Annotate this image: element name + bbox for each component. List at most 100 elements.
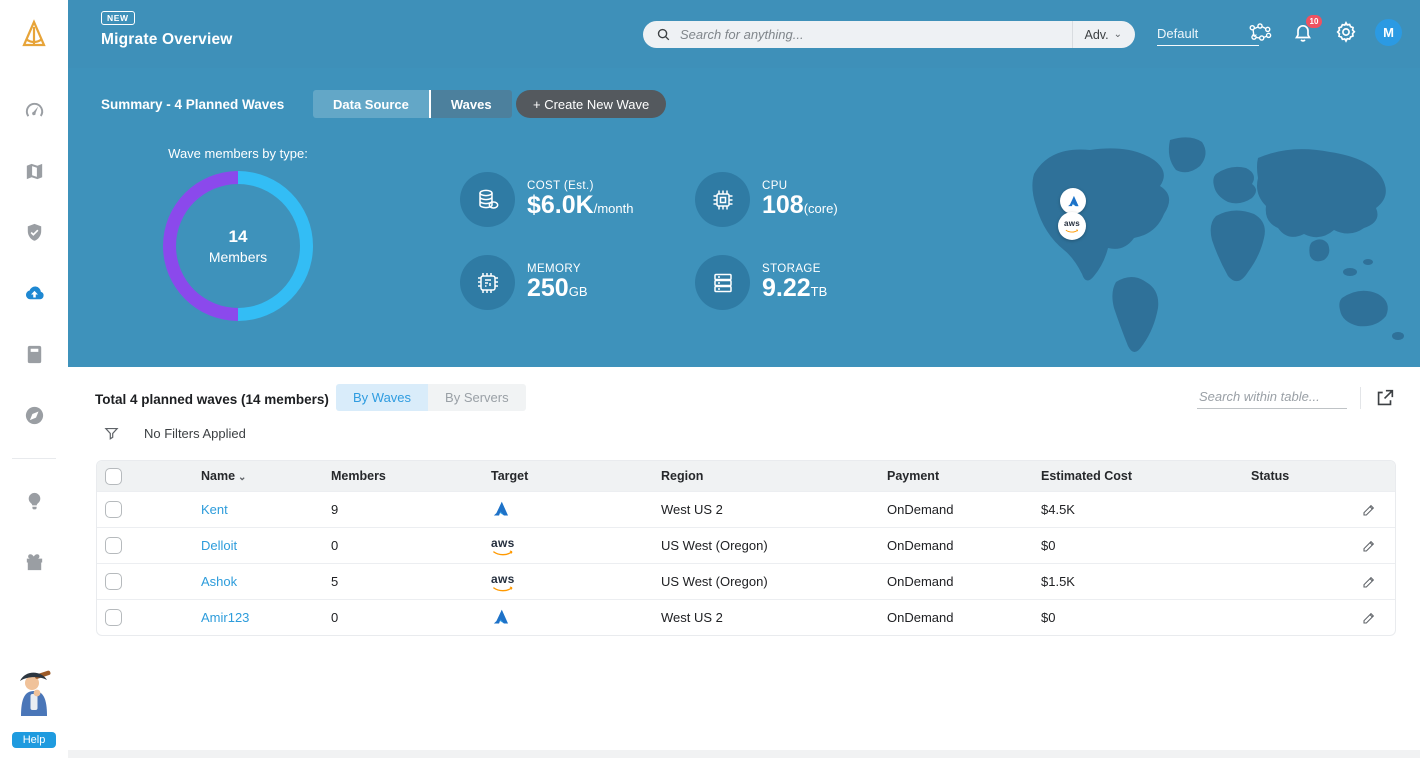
coins-icon [473, 185, 503, 215]
waves-table: Name⌄ Members Target Region Payment Esti… [96, 460, 1396, 636]
search-advanced-dropdown[interactable]: Adv. ⌄ [1072, 21, 1135, 48]
map-marker-aws[interactable]: aws [1058, 212, 1086, 240]
export-icon [1374, 387, 1396, 409]
filters-status-text: No Filters Applied [144, 426, 246, 441]
compass-icon [23, 404, 46, 427]
tab-by-waves[interactable]: By Waves [336, 384, 428, 411]
sidebar-item-explore[interactable] [14, 395, 54, 435]
edit-pencil-icon[interactable] [1361, 610, 1377, 626]
wave-name-link[interactable]: Amir123 [201, 610, 249, 625]
cost-cell: $4.5K [1041, 502, 1251, 517]
table-header-row: Name⌄ Members Target Region Payment Esti… [97, 461, 1395, 491]
sidebar-item-cost[interactable] [14, 334, 54, 374]
sidebar-item-map[interactable] [14, 151, 54, 191]
logo-icon [18, 18, 50, 50]
gauge-icon [23, 99, 46, 122]
col-payment: Payment [887, 469, 1041, 483]
members-cell: 9 [331, 502, 491, 517]
cpu-icon [708, 185, 738, 215]
lightbulb-icon [23, 490, 46, 513]
sidebar-item-security[interactable] [14, 212, 54, 252]
azure-icon [491, 607, 510, 626]
global-search[interactable]: Adv. ⌄ [643, 21, 1135, 48]
summary-title: Summary - 4 Planned Waves [101, 97, 284, 112]
memory-icon [473, 268, 503, 298]
toggle-waves[interactable]: Waves [431, 90, 512, 118]
global-search-input[interactable] [680, 27, 1072, 42]
waves-section: Total 4 planned waves (14 members) By Wa… [68, 367, 1420, 758]
aws-icon: aws [491, 573, 515, 592]
cloud-migrate-icon [23, 282, 46, 305]
region-cell: West US 2 [661, 610, 887, 625]
help-button[interactable]: Help [12, 732, 57, 748]
shield-check-icon [23, 221, 46, 244]
page-title: Migrate Overview [101, 31, 233, 49]
gift-icon [23, 551, 46, 574]
search-icon [656, 27, 671, 42]
azure-icon [491, 499, 510, 518]
edit-pencil-icon[interactable] [1361, 538, 1377, 554]
col-members: Members [331, 469, 491, 483]
row-checkbox[interactable] [105, 537, 122, 554]
user-avatar[interactable]: M [1375, 19, 1402, 46]
col-region: Region [661, 469, 887, 483]
app-logo[interactable] [0, 0, 68, 68]
stat-cpu: CPU 108(core) [695, 172, 930, 227]
cost-calculator-icon [23, 343, 46, 366]
row-checkbox[interactable] [105, 609, 122, 626]
table-view-tabs: By Waves By Servers [336, 384, 526, 411]
chevron-down-icon: ⌄ [1114, 29, 1122, 40]
cost-cell: $1.5K [1041, 574, 1251, 589]
edit-pencil-icon[interactable] [1361, 574, 1377, 590]
donut-center-label: Members [209, 249, 267, 265]
bottom-scroll-strip[interactable] [68, 750, 1420, 758]
azure-icon [1066, 194, 1080, 208]
sidebar-item-dashboard[interactable] [14, 90, 54, 130]
select-all-checkbox[interactable] [105, 468, 122, 485]
settings-button[interactable] [1332, 18, 1360, 46]
sidebar-item-migrate[interactable] [14, 273, 54, 313]
sidebar-item-rewards[interactable] [14, 542, 54, 582]
members-cell: 0 [331, 538, 491, 553]
tab-by-servers[interactable]: By Servers [428, 384, 526, 411]
sidebar-item-insights[interactable] [14, 481, 54, 521]
view-select[interactable]: Default ⌄ [1157, 22, 1259, 46]
stat-cost: COST (Est.) $6.0K/month [460, 172, 695, 227]
payment-cell: OnDemand [887, 502, 1041, 517]
payment-cell: OnDemand [887, 538, 1041, 553]
aws-icon: aws [491, 537, 515, 556]
source-wave-toggle: Data Source Waves [313, 90, 512, 118]
export-button[interactable] [1374, 387, 1396, 409]
row-checkbox[interactable] [105, 501, 122, 518]
donut-center-value: 14 [229, 227, 248, 247]
network-nodes-icon [1248, 20, 1272, 44]
gear-icon [1334, 20, 1358, 44]
wave-name-link[interactable]: Delloit [201, 538, 237, 553]
row-checkbox[interactable] [105, 573, 122, 590]
payment-cell: OnDemand [887, 574, 1041, 589]
wave-name-link[interactable]: Ashok [201, 574, 237, 589]
table-row: Delloit 0 aws US West (Oregon) OnDemand … [97, 527, 1395, 563]
waves-total-title: Total 4 planned waves (14 members) [95, 392, 329, 407]
world-map-graphic [1020, 130, 1420, 367]
col-name[interactable]: Name⌄ [201, 469, 331, 483]
table-search-input[interactable] [1197, 387, 1347, 409]
wave-members-donut-chart: 14 Members [163, 171, 313, 321]
filter-funnel-icon[interactable] [103, 425, 120, 442]
region-cell: West US 2 [661, 502, 887, 517]
edit-pencil-icon[interactable] [1361, 502, 1377, 518]
title-block: NEW Migrate Overview [101, 8, 233, 49]
region-cell: US West (Oregon) [661, 574, 887, 589]
sort-chevron-icon: ⌄ [238, 472, 246, 483]
cost-cell: $0 [1041, 610, 1251, 625]
col-target: Target [491, 469, 661, 483]
map-marker-azure[interactable] [1060, 188, 1086, 214]
filters-row: No Filters Applied [103, 425, 246, 442]
help-assistant[interactable]: Help [6, 667, 62, 748]
integrations-button[interactable] [1246, 18, 1274, 46]
new-badge: NEW [101, 11, 135, 25]
create-new-wave-button[interactable]: + Create New Wave [516, 90, 666, 118]
wave-name-link[interactable]: Kent [201, 502, 228, 517]
toggle-data-source[interactable]: Data Source [313, 90, 431, 118]
notifications-button[interactable]: 10 [1289, 18, 1317, 46]
